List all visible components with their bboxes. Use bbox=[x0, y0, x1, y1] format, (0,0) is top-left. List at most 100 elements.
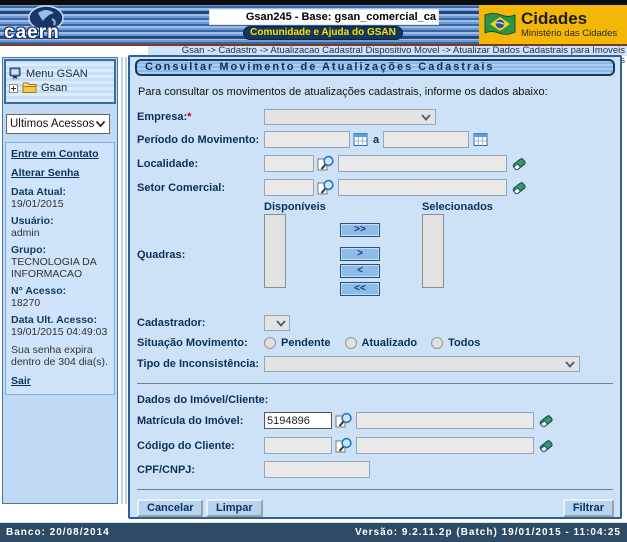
chevron-down-icon bbox=[564, 360, 576, 369]
search-icon[interactable] bbox=[317, 179, 335, 196]
empresa-label: Empresa:* bbox=[137, 111, 264, 123]
tipo-row: Tipo de Inconsistência: bbox=[137, 356, 613, 372]
cpf-row: CPF/CNPJ: bbox=[137, 461, 613, 478]
cidades-subtitle: Ministério das Cidades bbox=[521, 29, 617, 39]
header-banner: caern Gsan245 - Base: gsan_comercial_ca … bbox=[0, 0, 627, 46]
periodo-row: Período do Movimento: a bbox=[137, 131, 613, 148]
page-title: Consultar Movimento de Atualizações Cada… bbox=[135, 59, 615, 76]
move-left-button[interactable]: < bbox=[340, 264, 380, 278]
menu-box: Menu GSAN Gsan bbox=[4, 59, 116, 104]
quadras-selecionados-listbox[interactable] bbox=[422, 214, 444, 288]
periodo-separator: a bbox=[373, 134, 379, 146]
chevron-down-icon bbox=[275, 319, 287, 328]
localidade-desc-field bbox=[338, 155, 507, 172]
setor-code-input[interactable] bbox=[264, 179, 314, 196]
move-right-button[interactable]: > bbox=[340, 247, 380, 261]
radio-atualizado[interactable] bbox=[345, 337, 357, 349]
periodo-label: Período do Movimento: bbox=[137, 134, 264, 146]
caern-logo-text: caern bbox=[4, 22, 60, 44]
quadras-disponiveis-listbox[interactable] bbox=[264, 214, 286, 288]
radio-todos[interactable] bbox=[431, 337, 443, 349]
tipo-select[interactable] bbox=[264, 356, 580, 372]
setor-label: Setor Comercial: bbox=[137, 182, 264, 194]
codigo-cliente-input[interactable] bbox=[264, 437, 332, 454]
eraser-icon[interactable] bbox=[538, 438, 555, 453]
radio-pendente-label: Pendente bbox=[281, 337, 331, 349]
radio-todos-label: Todos bbox=[448, 337, 480, 349]
setor-row: Setor Comercial: bbox=[137, 179, 613, 196]
tipo-label: Tipo de Inconsistência: bbox=[137, 358, 264, 370]
help-link[interactable]: Comunidade e Ajuda do GSAN bbox=[243, 26, 403, 40]
sidebar-item-gsan[interactable]: Gsan bbox=[9, 82, 111, 94]
localidade-label: Localidade: bbox=[137, 158, 264, 170]
calendar-icon[interactable] bbox=[473, 132, 489, 147]
matricula-desc-field bbox=[356, 412, 534, 429]
base-title-box: Gsan245 - Base: gsan_comercial_ca bbox=[210, 10, 438, 24]
calendar-icon[interactable] bbox=[353, 132, 369, 147]
cpf-input[interactable] bbox=[264, 461, 370, 478]
cadastrador-select[interactable] bbox=[264, 315, 290, 331]
empresa-row: Empresa:* bbox=[137, 109, 613, 125]
search-icon[interactable] bbox=[335, 412, 353, 429]
periodo-inicio-input[interactable] bbox=[264, 131, 350, 148]
eraser-icon[interactable] bbox=[538, 413, 555, 428]
menu-gsan-label: Menu GSAN bbox=[26, 68, 88, 80]
footer-bar: Banco: 20/08/2014 Versão: 9.2.11.2p (Bat… bbox=[0, 522, 627, 542]
divider bbox=[137, 383, 613, 384]
cpf-label: CPF/CNPJ: bbox=[137, 464, 264, 476]
empresa-select[interactable] bbox=[264, 109, 436, 125]
ultimos-acessos-value: Ultimos Acessos bbox=[10, 118, 94, 130]
move-all-right-button[interactable]: >> bbox=[340, 223, 380, 237]
radio-atualizado-label: Atualizado bbox=[362, 337, 418, 349]
localidade-row: Localidade: bbox=[137, 155, 613, 172]
expand-plus-icon[interactable] bbox=[9, 84, 18, 93]
info-label: Usuário: bbox=[11, 215, 109, 227]
situacao-label: Situação Movimento: bbox=[137, 337, 264, 349]
codigo-cliente-row: Código do Cliente: bbox=[137, 437, 613, 454]
info-value: admin bbox=[11, 227, 109, 239]
session-info-box: Entre em Contato Alterar Senha Data Atua… bbox=[5, 142, 115, 395]
search-icon[interactable] bbox=[335, 437, 353, 454]
sidebar: Menu GSAN Gsan Ultimos Acessos bbox=[2, 57, 118, 504]
chevron-down-icon bbox=[420, 113, 432, 122]
localidade-code-input[interactable] bbox=[264, 155, 314, 172]
matricula-row: Matrícula do Imóvel: bbox=[137, 412, 613, 429]
situacao-row: Situação Movimento: Pendente Atualizado … bbox=[137, 337, 613, 349]
clear-button[interactable]: Limpar bbox=[206, 499, 263, 517]
cancel-button[interactable]: Cancelar bbox=[137, 499, 203, 517]
contact-link[interactable]: Entre em Contato bbox=[11, 148, 109, 160]
computer-icon bbox=[9, 67, 22, 80]
disponiveis-header: Disponíveis bbox=[264, 201, 326, 213]
cidades-title: Cidades bbox=[521, 10, 617, 27]
menu-gsan-header: Menu GSAN bbox=[9, 67, 111, 80]
radio-pendente[interactable] bbox=[264, 337, 276, 349]
search-icon[interactable] bbox=[317, 155, 335, 172]
section-title: Dados do Imóvel/Cliente: bbox=[137, 394, 268, 406]
password-expiry-note: Sua senha expira dentro de 304 dia(s). bbox=[11, 344, 109, 368]
sidebar-separator bbox=[119, 57, 127, 504]
info-value: 19/01/2015 bbox=[11, 198, 109, 210]
matricula-input[interactable] bbox=[264, 412, 332, 429]
eraser-icon[interactable] bbox=[511, 156, 528, 171]
eraser-icon[interactable] bbox=[511, 180, 528, 195]
gsan-window: caern Gsan245 - Base: gsan_comercial_ca … bbox=[0, 0, 627, 542]
codigo-cliente-desc-field bbox=[356, 437, 534, 454]
quadras-label: Quadras: bbox=[137, 249, 264, 261]
chevron-down-icon bbox=[95, 120, 106, 128]
ultimos-acessos-select[interactable]: Ultimos Acessos bbox=[6, 114, 110, 134]
intro-text: Para consultar os movimentos de atualiza… bbox=[138, 86, 548, 98]
info-label: Grupo: bbox=[11, 244, 109, 256]
info-label: N° Acesso: bbox=[11, 285, 109, 297]
matricula-label: Matrícula do Imóvel: bbox=[137, 415, 264, 427]
info-value: 18270 bbox=[11, 297, 109, 309]
info-value: TECNOLOGIA DA INFORMACAO bbox=[11, 256, 109, 280]
change-password-link[interactable]: Alterar Senha bbox=[11, 167, 109, 179]
footer-banco: Banco: 20/08/2014 bbox=[6, 527, 110, 538]
move-all-left-button[interactable]: << bbox=[340, 282, 380, 296]
info-label: Data Atual: bbox=[11, 186, 109, 198]
selecionados-header: Selecionados bbox=[422, 201, 493, 213]
logout-link[interactable]: Sair bbox=[11, 375, 109, 387]
periodo-fim-input[interactable] bbox=[383, 131, 469, 148]
filter-button[interactable]: Filtrar bbox=[563, 499, 614, 517]
main-panel: Consultar Movimento de Atualizações Cada… bbox=[128, 55, 622, 519]
